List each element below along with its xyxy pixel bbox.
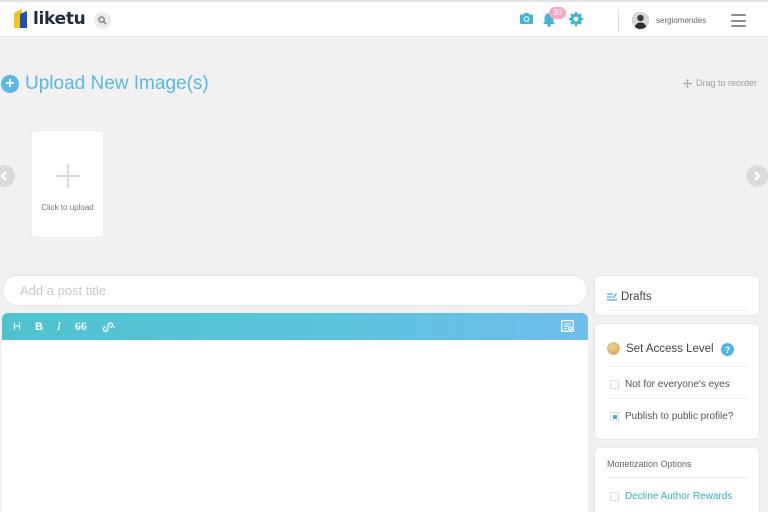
preview-icon[interactable] [561,320,574,332]
option-label: Decline Author Rewards [625,491,733,502]
checkbox-checked[interactable] [610,412,619,421]
bold-button[interactable]: B [35,321,43,333]
access-level-title: Set Access Level [626,342,714,355]
editor-textarea[interactable] [2,340,588,512]
chevron-left-icon [0,171,7,181]
search-icon [98,16,107,25]
drafts-label: Drafts [621,291,652,303]
post-editor: H B I 66 [2,313,588,512]
not-for-everyone-option[interactable]: Not for everyone's eyes [610,379,730,390]
link-button[interactable] [101,321,115,332]
gear-icon[interactable] [569,12,584,27]
upload-new-images-button[interactable]: + Upload New Image(s) [1,73,209,95]
divider [607,366,748,367]
plus-icon [56,164,80,188]
move-icon [683,78,692,88]
avatar[interactable] [632,12,649,29]
quote-button[interactable]: 66 [75,319,87,334]
drafts-button[interactable]: Drafts [607,291,652,303]
drag-hint-text: Drag to reorder [696,78,758,88]
link-icon [102,321,115,332]
camera-icon[interactable] [519,12,534,25]
drafts-panel: Drafts [594,275,760,316]
liketu-logo[interactable]: liketu [11,7,86,31]
menu-icon[interactable] [731,14,746,27]
carousel-next-button[interactable] [746,165,768,187]
navbar-divider [618,10,619,32]
upload-tile-label: Click to upload [41,203,94,212]
divider [607,310,748,311]
logo-text: liketu [33,9,86,29]
top-navbar: liketu 30 sergiomendes [0,0,768,37]
avatar-image [632,12,649,29]
italic-button[interactable]: I [57,319,61,334]
checkbox[interactable] [610,380,619,389]
chevron-right-icon [754,171,761,181]
plus-circle-icon: + [1,75,19,93]
checkbox[interactable] [610,492,619,501]
search-button[interactable] [94,12,111,29]
decline-author-rewards-option[interactable]: Decline Author Rewards [610,491,732,502]
divider [607,398,748,399]
click-to-upload-tile[interactable]: Click to upload [31,130,104,238]
upload-title: Upload New Image(s) [25,73,209,94]
monetization-panel: Monetization Options Decline Author Rewa… [594,447,760,512]
notification-badge: 30 [549,7,566,19]
option-label: Not for everyone's eyes [625,379,730,390]
divider [607,477,748,478]
drag-to-reorder-hint: Drag to reorder [683,78,757,88]
editor-toolbar: H B I 66 [2,313,588,340]
carousel-prev-button[interactable] [0,165,15,187]
post-title-input[interactable] [2,275,588,306]
coin-icon [607,342,620,355]
access-level-panel: Set Access Level ? Not for everyone's ey… [594,323,760,440]
heading-button[interactable]: H [13,321,21,333]
liketu-logo-icon [14,9,27,28]
help-icon[interactable]: ? [721,343,734,356]
drafts-icon [607,293,617,301]
publish-public-profile-option[interactable]: Publish to public profile? [610,411,733,422]
username[interactable]: sergiomendes [656,16,706,25]
monetization-title: Monetization Options [607,459,692,469]
access-level-heading: Set Access Level [607,342,714,355]
option-label: Publish to public profile? [625,411,734,422]
